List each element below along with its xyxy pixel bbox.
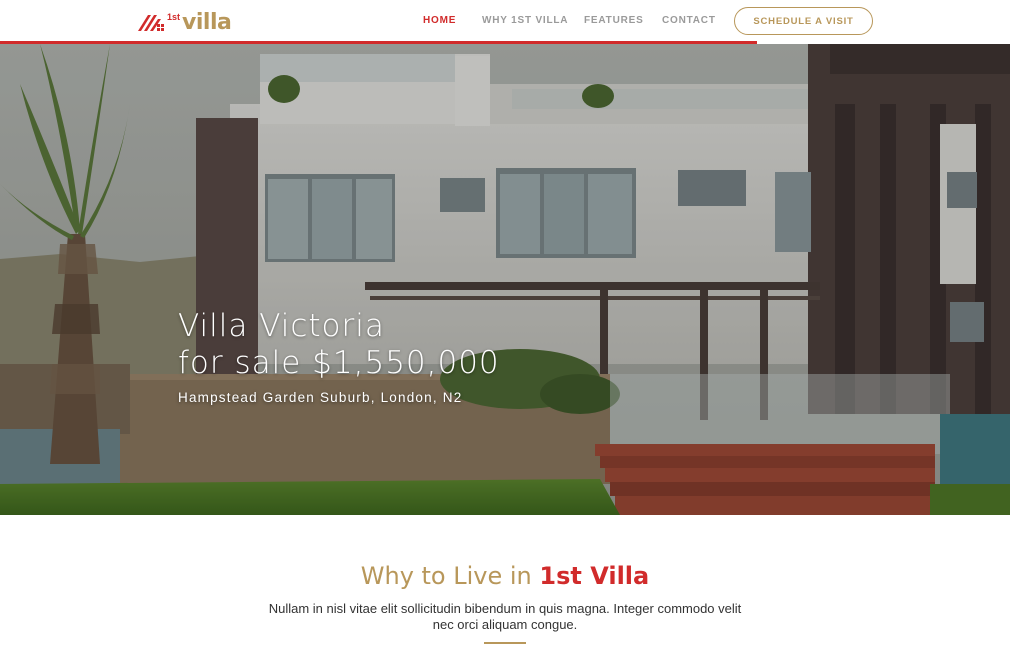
schedule-visit-button[interactable]: SCHEDULE A VISIT (734, 7, 873, 35)
hero-title: Villa Victoria for sale $1,550,000 (178, 308, 500, 382)
site-header: 1st villa HOME WHY 1ST VILLA FEATURES CO… (0, 0, 1010, 44)
section-divider (484, 642, 526, 644)
nav-item-why-1st-villa[interactable]: WHY 1ST VILLA (482, 15, 568, 26)
section-body: Nullam in nisl vitae elit sollicitudin b… (268, 601, 742, 632)
hero-title-line-2: for sale $1,550,000 (178, 345, 500, 381)
nav-item-contact[interactable]: CONTACT (662, 15, 716, 26)
section-heading: Why to Live in 1st Villa (0, 562, 1010, 590)
hero-title-line-1: Villa Victoria (178, 308, 385, 344)
nav-item-home[interactable]: HOME (423, 15, 456, 26)
hero-overlay (0, 44, 1010, 515)
section-heading-prefix: Why to Live in (360, 562, 540, 590)
hero-address: Hampstead Garden Suburb, London, N2 (178, 390, 463, 405)
hero-banner: Villa Victoria for sale $1,550,000 Hamps… (0, 44, 1010, 515)
section-heading-accent: 1st Villa (539, 562, 650, 590)
nav-item-features[interactable]: FEATURES (584, 15, 644, 26)
